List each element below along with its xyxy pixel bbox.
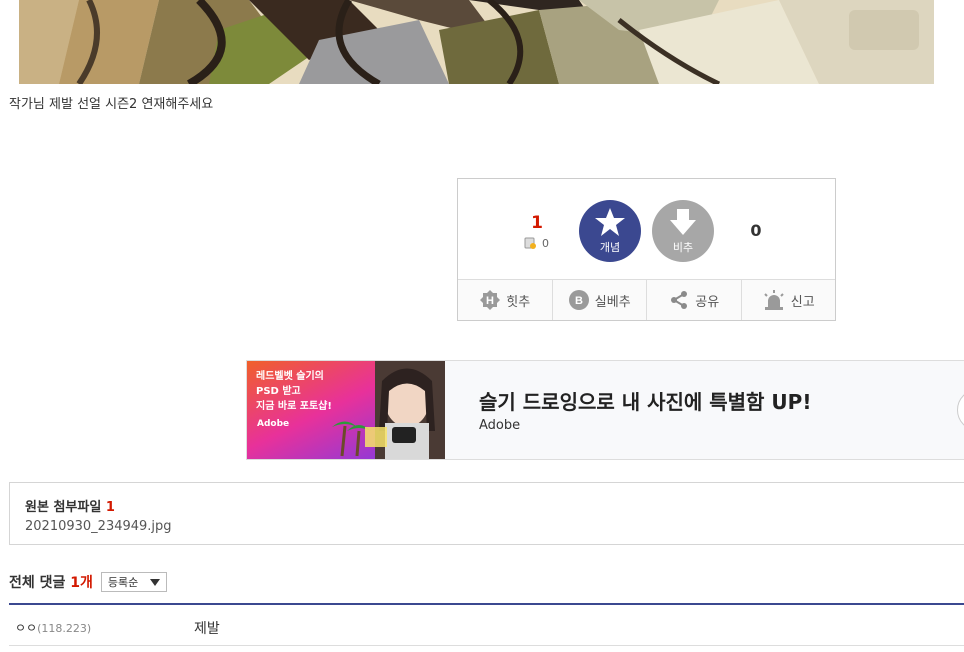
hit-recommend-label: 힛추 [506, 294, 531, 310]
ad-image: 레드벨벳 슬기의 PSD 받고 지금 바로 포토샵! Adobe [247, 361, 445, 459]
hit-recommend-button[interactable]: H 힛추 [458, 280, 553, 320]
attachment-file-link[interactable]: 20210930_234949.jpg [25, 519, 172, 534]
h-badge-icon: H [480, 290, 501, 310]
attachment-title-text: 원본 첨부파일 [25, 500, 102, 515]
recommend-count: 1 [531, 213, 543, 233]
post-image-artwork [19, 0, 934, 84]
ad-next-button[interactable] [957, 389, 964, 431]
recommend-down-label: 비추 [672, 241, 694, 254]
down-arrow-icon [670, 209, 696, 235]
recommend-down-button[interactable]: 비추 [652, 200, 714, 262]
silbe-recommend-button[interactable]: B 실베추 [553, 280, 647, 320]
recommend-up-label: 개념 [599, 241, 621, 254]
ad-banner[interactable]: 레드벨벳 슬기의 PSD 받고 지금 바로 포토샵! Adobe 슬기 드로잉으… [246, 360, 964, 460]
chevron-down-icon [149, 579, 160, 586]
post-action-bar: H 힛추 B 실베추 공유 신고 [458, 279, 835, 320]
silbe-recommend-label: 실베추 [594, 294, 631, 310]
share-icon [671, 291, 688, 309]
comment-row: ㅇㅇ(118.223) 제발 [9, 605, 964, 646]
comment-text: 제발 [194, 621, 220, 637]
attachment-count: 1 [105, 500, 115, 515]
comment-ip: (118.223) [37, 622, 92, 635]
attachment-box: 원본 첨부파일 1 20210930_234949.jpg [9, 482, 964, 545]
ad-image-line2: PSD 받고 [256, 386, 301, 397]
fix-icon [524, 237, 536, 249]
recommend-box: 1 0 개념 비추 0 H 힛추 B 실베추 공유 신고 [457, 178, 836, 321]
svg-text:B: B [575, 295, 583, 307]
adobe-logo: Adobe [257, 419, 290, 429]
siren-icon [764, 290, 784, 310]
comment-author[interactable]: ㅇㅇ(118.223) [15, 619, 91, 636]
share-button[interactable]: 공유 [647, 280, 742, 320]
comment-sort-select[interactable]: 등록순 [100, 572, 167, 592]
fix-count: 0 [542, 237, 549, 250]
comment-count: 1개 [70, 575, 93, 591]
comment-sort-value: 등록순 [107, 576, 139, 589]
down-count: 0 [750, 221, 762, 240]
ad-image-line3: 지금 바로 포토샵! [256, 401, 332, 412]
star-icon [595, 208, 625, 236]
ad-headline[interactable]: 슬기 드로잉으로 내 사진에 특별함 UP! [479, 386, 811, 415]
comment-title-text: 전체 댓글 [9, 575, 66, 591]
comment-title: 전체 댓글 1개 [9, 572, 93, 592]
recommend-up-button[interactable]: 개념 [579, 200, 641, 262]
post-image [19, 0, 934, 84]
recommend-area: 1 0 개념 비추 0 [458, 179, 835, 279]
ad-brand: Adobe [479, 418, 521, 433]
post-body-text: 작가님 제발 선얼 시즌2 연재해주세요 [9, 97, 214, 112]
ad-image-copy: 레드벨벳 슬기의 PSD 받고 지금 바로 포토샵! [256, 369, 332, 414]
ad-image-line1: 레드벨벳 슬기의 [256, 371, 324, 382]
comment-header: 전체 댓글 1개 등록순 [9, 572, 167, 592]
svg-text:H: H [486, 295, 494, 307]
comment-nick: ㅇㅇ [15, 621, 38, 635]
report-label: 신고 [790, 294, 815, 310]
report-button[interactable]: 신고 [742, 280, 836, 320]
fix-recommend: 0 [524, 237, 549, 250]
attachment-title: 원본 첨부파일 1 [25, 496, 115, 515]
share-label: 공유 [695, 294, 720, 310]
b-badge-icon: B [568, 290, 589, 310]
